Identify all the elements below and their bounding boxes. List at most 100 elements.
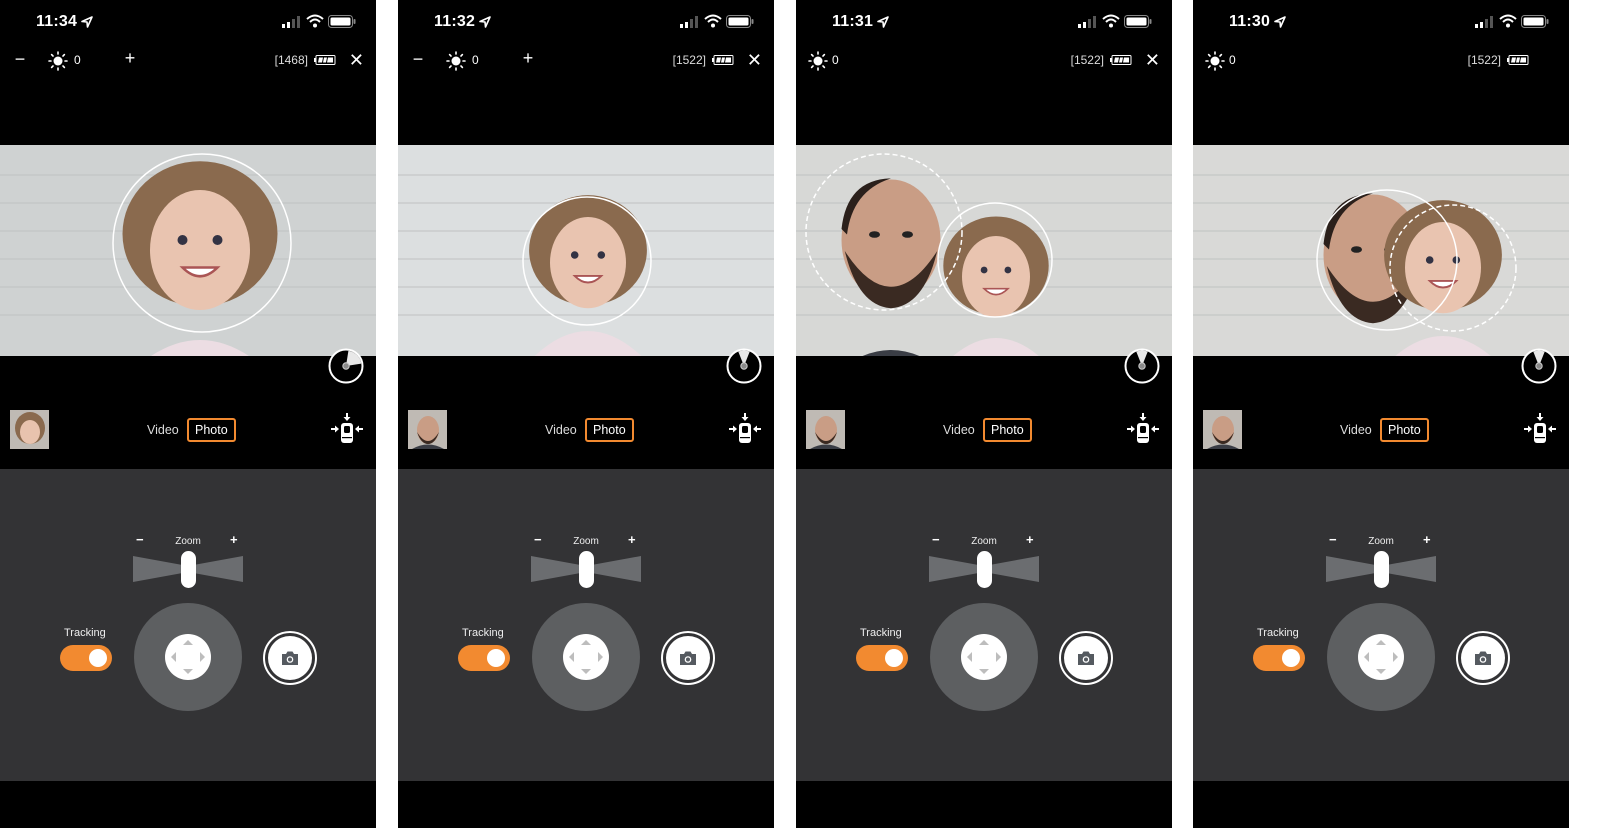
battery-icon [1124, 15, 1152, 28]
direction-arrows-icon [171, 640, 205, 674]
exposure-decrease-button[interactable]: − [410, 49, 426, 70]
shutter-button[interactable] [263, 631, 317, 685]
camera-icon [1475, 651, 1491, 665]
gimbal-orientation-indicator[interactable] [726, 348, 762, 384]
battery-icon [726, 15, 754, 28]
joystick-knob[interactable] [1358, 634, 1404, 680]
mode-video-tab[interactable]: Video [545, 423, 577, 437]
device-battery-icon [1507, 55, 1529, 65]
shutter-button[interactable] [661, 631, 715, 685]
exposure-sun-icon [48, 51, 68, 71]
preview-image [796, 145, 1172, 356]
status-bar: 11:34 [0, 0, 376, 44]
zoom-in-button[interactable]: + [230, 532, 238, 547]
last-capture-thumbnail[interactable] [1203, 410, 1242, 449]
remaining-shots-count: [1522] [1467, 53, 1501, 67]
close-button[interactable]: ✕ [349, 50, 364, 71]
toggle-knob [885, 649, 903, 667]
orientation-center-dot [1535, 362, 1543, 370]
orientation-center-dot [740, 362, 748, 370]
tracking-toggle[interactable] [458, 645, 510, 671]
remaining-shots-count: [1522] [1070, 53, 1104, 67]
gimbal-joystick[interactable] [134, 603, 242, 711]
tracking-toggle[interactable] [856, 645, 908, 671]
thumbnail-image [408, 410, 447, 449]
zoom-in-button[interactable]: + [628, 532, 636, 547]
preview-image [0, 145, 376, 356]
exposure-value: 0 [74, 53, 81, 67]
joystick-knob[interactable] [165, 634, 211, 680]
shutter-inner [268, 636, 312, 680]
shutter-inner [1461, 636, 1505, 680]
zoom-slider-thumb[interactable] [180, 551, 196, 588]
wifi-icon [1499, 14, 1517, 28]
orientation-center-dot [342, 362, 350, 370]
zoom-label: Zoom [1368, 536, 1394, 547]
camera-preview[interactable] [0, 145, 376, 356]
wifi-icon [306, 14, 324, 28]
zoom-label: Zoom [175, 536, 201, 547]
wifi-icon [704, 14, 722, 28]
camera-preview[interactable] [398, 145, 774, 356]
status-time: 11:30 [1229, 13, 1271, 30]
gimbal-joystick[interactable] [532, 603, 640, 711]
joystick-knob[interactable] [563, 634, 609, 680]
shutter-button[interactable] [1456, 631, 1510, 685]
camera-icon [680, 651, 696, 665]
toggle-knob [89, 649, 107, 667]
last-capture-thumbnail[interactable] [806, 410, 845, 449]
exposure-increase-button[interactable]: + [520, 48, 536, 69]
exposure-increase-button[interactable]: + [122, 48, 138, 69]
gimbal-joystick[interactable] [930, 603, 1038, 711]
camera-toolbar: 0 [1522] [1193, 44, 1569, 76]
mode-video-tab[interactable]: Video [943, 423, 975, 437]
device-battery-icon [712, 55, 734, 65]
tracking-toggle[interactable] [1253, 645, 1305, 671]
remaining-shots-count: [1522] [672, 53, 706, 67]
camera-preview[interactable] [796, 145, 1172, 356]
direction-arrows-icon [1364, 640, 1398, 674]
camera-preview[interactable] [1193, 145, 1569, 356]
close-button[interactable]: ✕ [1145, 50, 1160, 71]
mode-photo-tab[interactable]: Photo [585, 418, 634, 442]
toggle-knob [1282, 649, 1300, 667]
close-button[interactable]: ✕ [747, 50, 762, 71]
location-arrow-icon [1274, 16, 1286, 28]
last-capture-thumbnail[interactable] [10, 410, 49, 449]
mode-video-tab[interactable]: Video [147, 423, 179, 437]
zoom-label: Zoom [573, 536, 599, 547]
zoom-slider-thumb[interactable] [976, 551, 992, 588]
mode-video-tab[interactable]: Video [1340, 423, 1372, 437]
joystick-knob[interactable] [961, 634, 1007, 680]
preview-image [398, 145, 774, 356]
recenter-gimbal-icon[interactable] [1126, 412, 1160, 446]
exposure-sun-icon [1205, 51, 1225, 71]
recenter-gimbal-icon[interactable] [330, 412, 364, 446]
direction-arrows-icon [967, 640, 1001, 674]
zoom-in-button[interactable]: + [1423, 532, 1431, 547]
gimbal-orientation-indicator[interactable] [328, 348, 364, 384]
exposure-decrease-button[interactable]: − [12, 49, 28, 70]
thumbnail-image [806, 410, 845, 449]
camera-toolbar: − 0 + [1522] ✕ [398, 44, 774, 76]
gimbal-joystick[interactable] [1327, 603, 1435, 711]
orientation-center-dot [1138, 362, 1146, 370]
cellular-signal-icon [1475, 16, 1493, 28]
device-battery-icon [1110, 55, 1132, 65]
tracking-label: Tracking [64, 627, 106, 639]
zoom-slider-thumb[interactable] [1373, 551, 1389, 588]
recenter-gimbal-icon[interactable] [1523, 412, 1557, 446]
mode-photo-tab[interactable]: Photo [983, 418, 1032, 442]
mode-photo-tab[interactable]: Photo [1380, 418, 1429, 442]
tracking-label: Tracking [860, 627, 902, 639]
recenter-gimbal-icon[interactable] [728, 412, 762, 446]
gimbal-orientation-indicator[interactable] [1124, 348, 1160, 384]
mode-photo-tab[interactable]: Photo [187, 418, 236, 442]
last-capture-thumbnail[interactable] [408, 410, 447, 449]
tracking-toggle[interactable] [60, 645, 112, 671]
zoom-slider-thumb[interactable] [578, 551, 594, 588]
shutter-button[interactable] [1059, 631, 1113, 685]
zoom-in-button[interactable]: + [1026, 532, 1034, 547]
control-panel: − Zoom + Tracking [796, 469, 1172, 781]
gimbal-orientation-indicator[interactable] [1521, 348, 1557, 384]
